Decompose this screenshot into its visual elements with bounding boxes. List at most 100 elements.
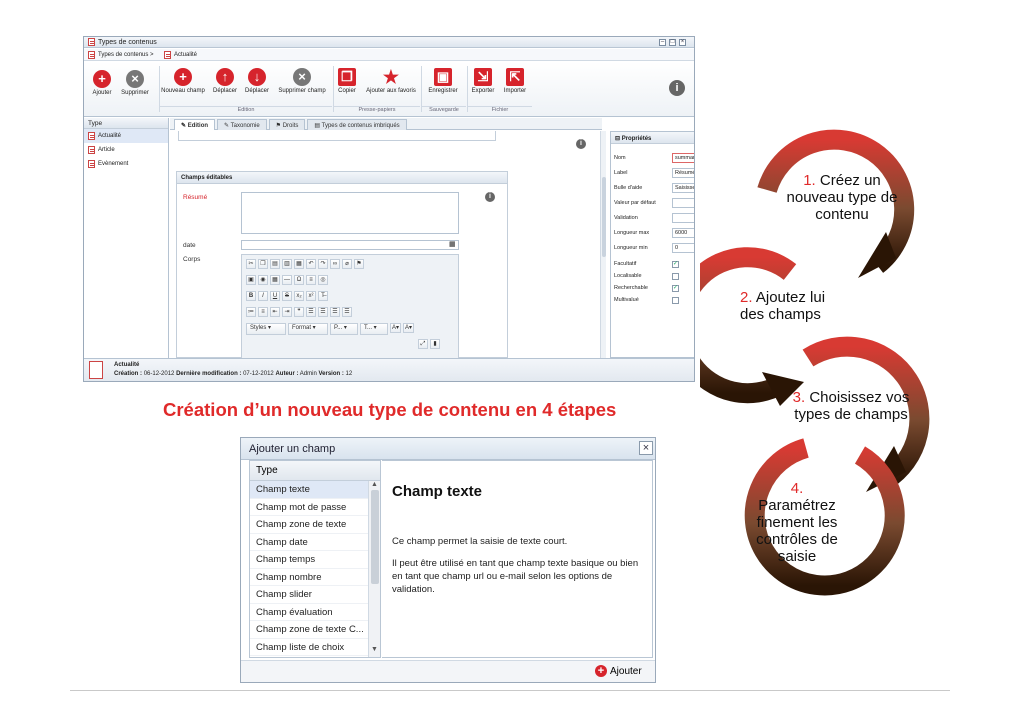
tree-item-actualite[interactable]: Actualité: [84, 129, 168, 143]
pagebreak-icon[interactable]: ≡: [306, 275, 316, 285]
desc-title: Champ texte: [392, 483, 483, 500]
close-icon[interactable]: ×: [679, 39, 686, 46]
paste-text-icon[interactable]: ▥: [282, 259, 292, 269]
previous-field-box[interactable]: [178, 131, 496, 141]
scrollbar[interactable]: ▲ ▼: [368, 481, 380, 657]
section-title: Champs éditables: [177, 172, 507, 184]
format-select[interactable]: Format ▾: [288, 323, 328, 335]
bg-color-icon[interactable]: A▾: [403, 323, 415, 333]
prop-label-input[interactable]: Résumé: [672, 167, 694, 178]
bullet-list-icon[interactable]: ≡: [258, 307, 268, 317]
importer-button[interactable]: ⇱ Importer: [492, 68, 538, 94]
recherchable-checkbox[interactable]: ✓: [672, 284, 679, 292]
flag-icon[interactable]: ⚑: [354, 259, 364, 269]
prop-validation-select[interactable]: ▾: [672, 212, 694, 223]
tree-item-evenement[interactable]: Evènement: [84, 157, 168, 171]
list-item[interactable]: Champ texte: [250, 481, 380, 499]
maximize-icon[interactable]: □: [669, 39, 676, 46]
tab-types-imbriques[interactable]: ▤ Types de contenus imbriqués: [307, 119, 407, 130]
undo-icon[interactable]: ↶: [306, 259, 316, 269]
tab-edition[interactable]: ✎ Edition: [174, 119, 216, 130]
tab-taxonomie[interactable]: ✎ Taxonomie: [217, 119, 267, 130]
scroll-up-icon[interactable]: ▲: [369, 481, 380, 488]
link-icon[interactable]: ∞: [330, 259, 340, 269]
paragraph-select[interactable]: P... ▾: [330, 323, 358, 335]
resume-textarea[interactable]: [241, 192, 459, 234]
prop-bulle-input[interactable]: Saisissez le résumé de l'actuali: [672, 182, 694, 193]
copy-icon[interactable]: ❐: [258, 259, 268, 269]
info-icon[interactable]: i: [576, 139, 586, 149]
ribbon-group-label: Presse-papiers: [334, 106, 420, 113]
align-left-icon[interactable]: ☰: [306, 307, 316, 317]
italic-icon[interactable]: I: [258, 291, 268, 301]
quote-icon[interactable]: ❞: [294, 307, 304, 317]
list-item[interactable]: Champ slider: [250, 586, 380, 604]
list-item[interactable]: Champ liste de choix: [250, 639, 380, 656]
ordered-list-icon[interactable]: ≔: [246, 307, 256, 317]
field-type-list: Type Champ texte Champ mot de passe Cham…: [249, 460, 381, 658]
tab-droits[interactable]: ⚑ Droits: [268, 119, 306, 130]
redo-icon[interactable]: ↷: [318, 259, 328, 269]
collapse-icon[interactable]: ⊟: [615, 136, 620, 142]
prop-nom-input[interactable]: summary: [672, 152, 694, 163]
supprimer-champ-button[interactable]: × Supprimer champ: [274, 68, 330, 94]
nouveau-champ-button[interactable]: + Nouveau champ: [160, 68, 206, 94]
document-icon: [88, 51, 95, 61]
info-icon[interactable]: i: [669, 80, 685, 96]
maximize-icon[interactable]: ⤢: [418, 339, 428, 349]
breadcrumb-item[interactable]: Types de contenus >: [98, 52, 154, 58]
ajouter-button[interactable]: + Ajouter: [595, 665, 642, 677]
unlink-icon[interactable]: ⌀: [342, 259, 352, 269]
close-icon[interactable]: ×: [639, 441, 653, 455]
list-item[interactable]: Champ temps: [250, 551, 380, 569]
underline-icon[interactable]: U: [270, 291, 280, 301]
image-icon[interactable]: ▣: [246, 275, 256, 285]
scroll-thumb[interactable]: [370, 490, 379, 584]
paste-icon[interactable]: ▤: [270, 259, 280, 269]
list-item[interactable]: Champ zone de texte: [250, 516, 380, 534]
styles-select[interactable]: Styles ▾: [246, 323, 286, 335]
supprimer-button[interactable]: × Supprimer: [112, 70, 158, 96]
blocks-icon[interactable]: ▮: [430, 339, 440, 349]
info-icon[interactable]: i: [485, 192, 495, 202]
indent-icon[interactable]: ⇥: [282, 307, 292, 317]
remove-format-icon[interactable]: T̶: [318, 291, 328, 301]
justify-icon[interactable]: ☰: [342, 307, 352, 317]
hr-icon[interactable]: ―: [282, 275, 292, 285]
list-item[interactable]: Champ date: [250, 534, 380, 551]
list-item[interactable]: Champ évaluation: [250, 604, 380, 621]
bold-icon[interactable]: B: [246, 291, 256, 301]
tree-item-article[interactable]: Article: [84, 143, 168, 157]
align-center-icon[interactable]: ☰: [318, 307, 328, 317]
calendar-icon[interactable]: ▦: [449, 240, 456, 248]
paste-word-icon[interactable]: ▦: [294, 259, 304, 269]
source-icon[interactable]: ◎: [318, 275, 328, 285]
facultatif-checkbox[interactable]: ✓: [672, 260, 679, 268]
flash-icon[interactable]: ◉: [258, 275, 268, 285]
list-item[interactable]: Champ mot de passe: [250, 499, 380, 516]
text-color-icon[interactable]: A▾: [390, 323, 402, 333]
minimize-icon[interactable]: –: [659, 39, 666, 46]
breadcrumb-item[interactable]: Actualité: [174, 52, 197, 58]
list-item[interactable]: Champ zone de texte C...: [250, 621, 380, 639]
localisable-checkbox[interactable]: [672, 272, 679, 280]
resume-label: Résumé: [183, 194, 208, 201]
table-icon[interactable]: ▦: [270, 275, 280, 285]
subscript-icon[interactable]: x₂: [294, 291, 304, 301]
favoris-button[interactable]: ★ Ajouter aux favoris: [360, 68, 422, 94]
outdent-icon[interactable]: ⇤: [270, 307, 280, 317]
list-item[interactable]: Champ nombre: [250, 569, 380, 586]
scrollbar[interactable]: [600, 131, 606, 358]
scroll-down-icon[interactable]: ▼: [369, 646, 380, 653]
size-select[interactable]: T... ▾: [360, 323, 388, 335]
prop-max-stepper[interactable]: 6000⇕: [672, 227, 694, 238]
omega-icon[interactable]: Ω: [294, 275, 304, 285]
cut-icon[interactable]: ✂: [246, 259, 256, 269]
prop-defaut-input[interactable]: [672, 197, 694, 208]
strike-icon[interactable]: S: [282, 291, 292, 301]
multivalue-checkbox[interactable]: [672, 296, 679, 304]
superscript-icon[interactable]: x²: [306, 291, 316, 301]
prop-min-stepper[interactable]: 0⇕: [672, 242, 694, 253]
date-input[interactable]: [241, 240, 459, 250]
align-right-icon[interactable]: ☰: [330, 307, 340, 317]
